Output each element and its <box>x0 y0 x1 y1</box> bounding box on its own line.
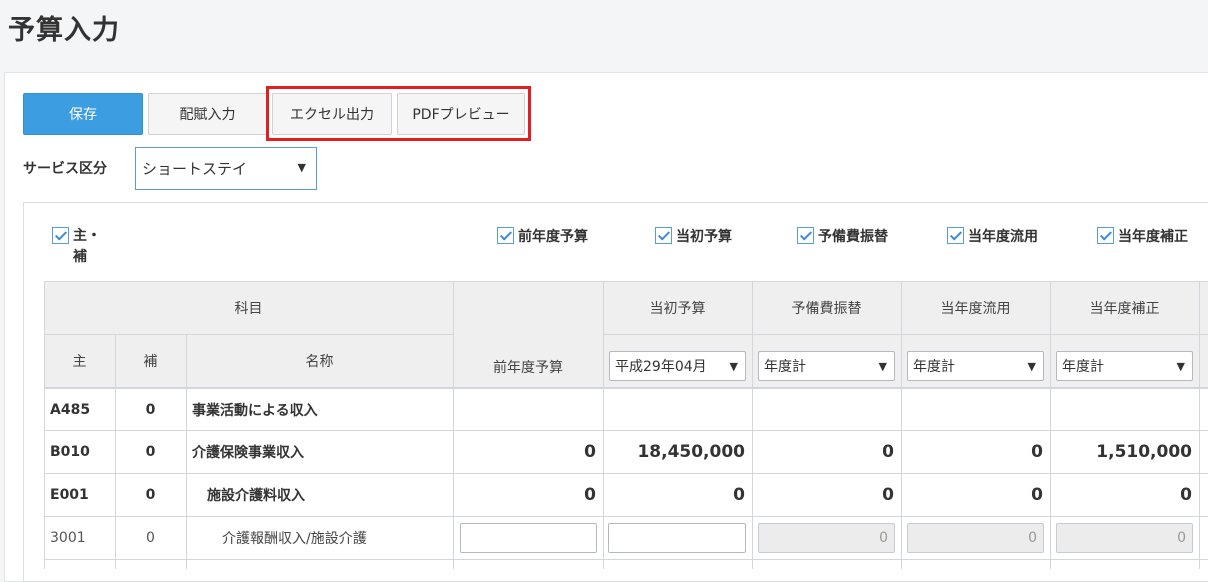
header-initial-budget: 当初予算 <box>603 282 752 334</box>
row-name: 事業活動による収入 <box>192 402 318 419</box>
checkbox-label: 主・ 補 <box>73 228 101 265</box>
service-select[interactable]: ショートステイ ▼ <box>135 147 317 190</box>
checkbox-label: 予備費振替 <box>818 229 888 245</box>
checkbox-prev-budget[interactable]: 前年度予算 <box>497 226 588 246</box>
row-sub-code: 0 <box>146 530 155 546</box>
diversion-period-select[interactable]: 年度計 ▼ <box>907 351 1044 381</box>
row-sub-code: 0 <box>145 444 156 460</box>
triangle-down-icon: ▼ <box>878 360 887 373</box>
checkbox-label: 前年度予算 <box>518 229 588 245</box>
header-name: 名称 <box>186 334 453 387</box>
service-label: サービス区分 <box>23 161 107 177</box>
check-icon <box>1097 227 1114 244</box>
checkbox-label: 当年度流用 <box>968 229 1038 245</box>
check-icon <box>52 227 69 244</box>
save-button[interactable]: 保存 <box>23 93 143 135</box>
haifu-input-button[interactable]: 配賦入力 <box>148 93 267 135</box>
row-diversion: 0 <box>1031 442 1043 462</box>
select-value: 年度計 <box>764 359 806 375</box>
row-main-code: A485 <box>50 401 91 418</box>
row-reserve: 0 <box>882 485 894 505</box>
header-sub: 補 <box>115 334 186 387</box>
select-value: 年度計 <box>1062 359 1104 375</box>
checkbox-reserve[interactable]: 予備費振替 <box>797 226 888 246</box>
row-correction: 0 <box>1180 485 1192 505</box>
triangle-down-icon: ▼ <box>297 161 306 174</box>
checkbox-correction[interactable]: 当年度補正 <box>1097 226 1188 246</box>
check-icon <box>655 227 672 244</box>
header-reserve: 予備費振替 <box>752 282 901 334</box>
initial-budget-input[interactable] <box>608 523 746 553</box>
checkbox-label: 当初予算 <box>676 229 732 245</box>
row-diversion: 0 <box>1031 485 1043 505</box>
row-main-code: 3001 <box>50 530 86 546</box>
prev-budget-input[interactable] <box>460 523 597 553</box>
triangle-down-icon: ▼ <box>1027 360 1036 373</box>
row-sub-code: 0 <box>145 401 156 418</box>
reserve-input: 0 <box>758 523 895 553</box>
page-title: 予算入力 <box>8 15 120 46</box>
correction-period-select[interactable]: 年度計 ▼ <box>1056 351 1193 381</box>
checkbox-diversion[interactable]: 当年度流用 <box>947 226 1038 246</box>
triangle-down-icon: ▼ <box>1176 360 1185 373</box>
check-icon <box>497 227 514 244</box>
row-name: 施設介護料収入 <box>207 488 305 504</box>
header-correction: 当年度補正 <box>1050 282 1199 334</box>
row-sub-code: 0 <box>145 487 156 503</box>
check-icon <box>947 227 964 244</box>
service-select-value: ショートステイ <box>142 160 248 178</box>
checkbox-main-sub[interactable]: 主・ 補 <box>52 226 101 268</box>
highlight-box <box>266 86 531 141</box>
row-reserve: 0 <box>882 442 894 462</box>
row-name: 介護報酬収入/施設介護 <box>222 531 367 547</box>
reserve-period-select[interactable]: 年度計 ▼ <box>758 351 895 381</box>
row-prev-budget: 0 <box>584 442 596 462</box>
checkbox-initial-budget[interactable]: 当初予算 <box>655 226 732 246</box>
checkbox-label: 当年度補正 <box>1118 229 1188 245</box>
select-value: 平成29年04月 <box>615 359 707 375</box>
correction-input: 0 <box>1056 523 1193 553</box>
triangle-down-icon: ▼ <box>729 360 738 373</box>
header-prev-budget: 前年度予算 <box>453 282 603 387</box>
row-correction: 1,510,000 <box>1096 442 1192 462</box>
header-main: 主 <box>44 334 115 387</box>
row-initial-budget: 18,450,000 <box>637 442 745 462</box>
header-kamoku: 科目 <box>44 282 453 334</box>
header-diversion: 当年度流用 <box>901 282 1050 334</box>
row-main-code: B010 <box>50 444 90 460</box>
row-initial-budget: 0 <box>733 485 745 505</box>
header-overflow <box>1199 282 1208 334</box>
diversion-input: 0 <box>907 523 1044 553</box>
initial-budget-month-select[interactable]: 平成29年04月 ▼ <box>609 351 746 381</box>
row-prev-budget: 0 <box>584 485 596 505</box>
row-name: 介護保険事業収入 <box>192 445 304 461</box>
check-icon <box>797 227 814 244</box>
select-value: 年度計 <box>913 359 955 375</box>
row-main-code: E001 <box>50 487 89 503</box>
